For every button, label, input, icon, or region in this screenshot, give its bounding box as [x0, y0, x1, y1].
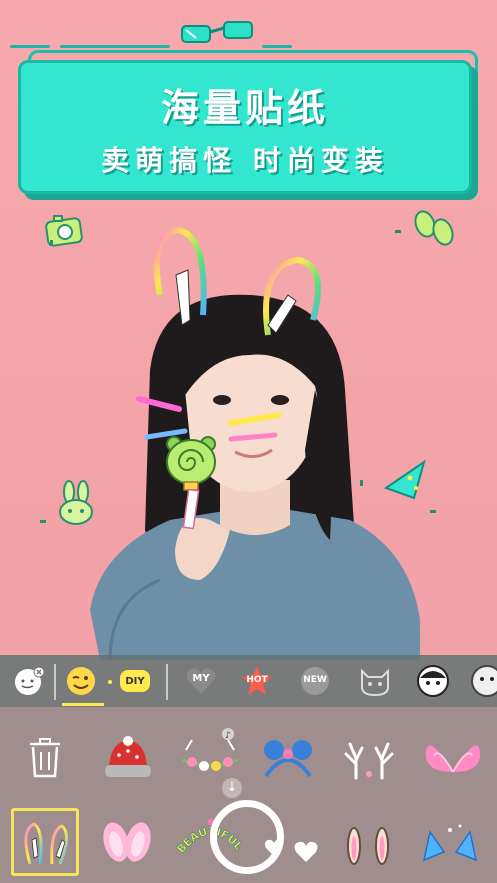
no-sticker-icon	[15, 666, 45, 695]
knit-hat-icon	[105, 736, 151, 777]
new-tab[interactable]: NEW	[298, 664, 332, 698]
anime-face-tab[interactable]	[416, 664, 450, 698]
hot-tab[interactable]: HOT	[240, 664, 274, 698]
rainbow-bunny-ears-icon	[24, 822, 68, 865]
butterfly-wings-icon	[425, 745, 481, 773]
diy-tab[interactable]: DIY	[118, 664, 152, 698]
sticker-white-hearts[interactable]	[262, 834, 322, 870]
flower-crown-icon: ♪	[181, 728, 239, 771]
diy-label: DIY	[125, 675, 145, 687]
category-divider	[54, 664, 56, 700]
category-selection-indicator	[62, 703, 104, 706]
anime-face-icon	[417, 665, 449, 697]
my-tab[interactable]: MY	[184, 664, 218, 698]
sticker-flower-crown[interactable]: ♪	[178, 726, 242, 778]
new-label: NEW	[303, 675, 327, 685]
sticker-butterfly-wings[interactable]	[424, 732, 482, 782]
cartoon-face-tab[interactable]	[470, 664, 497, 698]
cartoon-face-icon	[471, 665, 497, 697]
sticker-knit-hat[interactable]	[100, 734, 156, 782]
sticker-brown-bunny-ears[interactable]	[340, 822, 396, 868]
lollipop-sticker	[166, 436, 216, 530]
sticker-deer-antlers[interactable]	[340, 738, 398, 780]
mouse-ears-icon	[264, 740, 312, 778]
wink-face-icon	[67, 667, 95, 695]
hot-label: HOT	[246, 675, 268, 685]
svg-text:♪: ♪	[225, 731, 231, 741]
cat-face-icon	[361, 668, 389, 697]
sticker-pink-bunny-ears[interactable]	[98, 818, 156, 870]
cat-face-tab[interactable]	[358, 664, 392, 698]
white-hearts-icon	[264, 839, 318, 862]
delete-sticker-button[interactable]	[24, 736, 66, 780]
sticker-rainbow-bunny-ears[interactable]	[18, 818, 74, 870]
my-label: MY	[192, 673, 210, 684]
dot-separator	[108, 680, 112, 684]
sticker-mouse-ears[interactable]	[262, 736, 314, 780]
sticker-blue-cat-ears[interactable]	[420, 822, 480, 866]
trash-icon	[30, 738, 60, 778]
category-divider	[166, 664, 168, 700]
pink-bunny-ears-icon	[103, 822, 151, 862]
rainbow-ears-sticker	[153, 226, 321, 336]
deer-antlers-icon	[344, 742, 394, 780]
diy-badge: DIY	[120, 670, 150, 692]
collapse-panel-button[interactable]: ↓	[222, 778, 242, 798]
chevron-down-icon: ↓	[226, 780, 238, 795]
brown-bunny-ears-icon	[347, 827, 389, 865]
clear-sticker-tab[interactable]	[12, 664, 46, 698]
face-sticker-tab[interactable]	[64, 664, 98, 698]
blue-cat-ears-icon	[422, 824, 478, 862]
